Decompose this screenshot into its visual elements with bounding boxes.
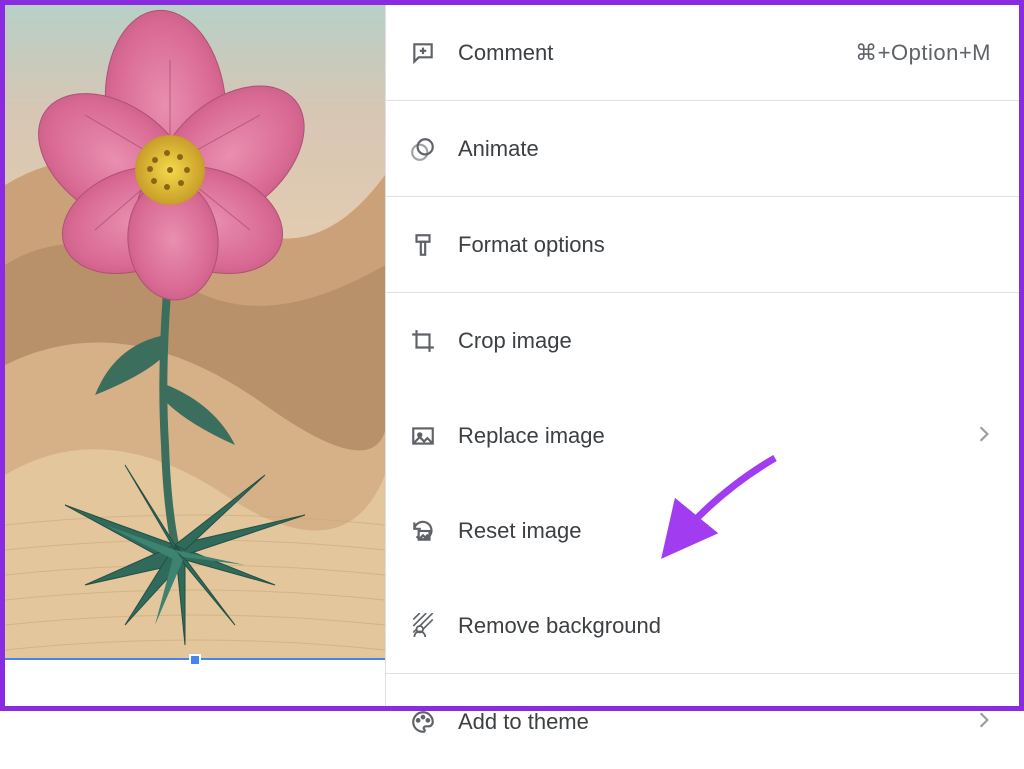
crop-icon <box>406 327 440 355</box>
menu-shortcut: ⌘+Option+M <box>855 40 991 66</box>
app-frame: Comment ⌘+Option+M Animate Format option… <box>0 0 1024 711</box>
menu-label: Reset image <box>458 518 991 544</box>
reset-image-icon <box>406 517 440 545</box>
menu-item-animate[interactable]: Animate <box>386 101 1019 196</box>
flower-desert-image <box>5 5 385 660</box>
menu-label: Comment <box>458 40 855 66</box>
menu-label: Add to theme <box>458 709 977 735</box>
selected-image[interactable] <box>5 5 385 660</box>
menu-label: Format options <box>458 232 991 258</box>
submenu-arrow-icon <box>977 423 991 449</box>
menu-label: Animate <box>458 136 991 162</box>
menu-item-add-to-theme[interactable]: Add to theme <box>386 674 1019 769</box>
menu-item-crop-image[interactable]: Crop image <box>386 293 1019 388</box>
submenu-arrow-icon <box>977 709 991 735</box>
menu-label: Crop image <box>458 328 991 354</box>
replace-image-icon <box>406 422 440 450</box>
format-options-icon <box>406 231 440 259</box>
selection-handle-bottom[interactable] <box>189 654 201 666</box>
menu-item-reset-image[interactable]: Reset image <box>386 483 1019 578</box>
menu-item-remove-background[interactable]: Remove background <box>386 578 1019 673</box>
comment-icon <box>406 39 440 67</box>
remove-background-icon <box>406 612 440 640</box>
menu-item-replace-image[interactable]: Replace image <box>386 388 1019 483</box>
menu-item-comment[interactable]: Comment ⌘+Option+M <box>386 5 1019 100</box>
palette-icon <box>406 708 440 736</box>
menu-label: Remove background <box>458 613 991 639</box>
menu-label: Replace image <box>458 423 977 449</box>
menu-item-format-options[interactable]: Format options <box>386 197 1019 292</box>
animate-icon <box>406 135 440 163</box>
context-menu: Comment ⌘+Option+M Animate Format option… <box>385 5 1019 706</box>
